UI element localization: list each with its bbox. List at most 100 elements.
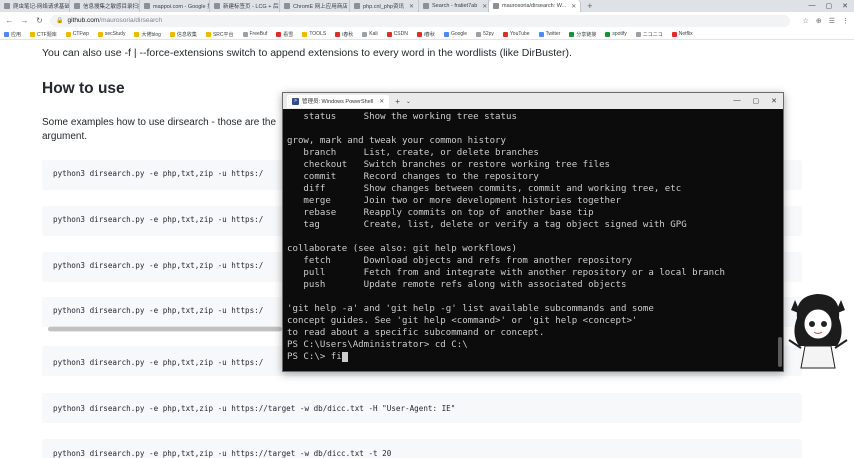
browser-tab[interactable]: php.cnl_php资讯 ✕ <box>350 0 420 12</box>
bookmark-label: CTFwp <box>72 31 89 37</box>
bookmark-item[interactable]: i春秋 <box>335 31 353 38</box>
bookmark-label: ニコニコ <box>642 31 663 38</box>
terminal-scrollbar[interactable] <box>777 111 782 369</box>
browser-tab-label: 新建标签页 - LCG + 后端字 <box>223 4 279 10</box>
terminal-line: commit Record changes to the repository <box>287 172 539 182</box>
browser-tab-label: ChromE 网上应用商店 <box>293 4 348 10</box>
reload-icon[interactable]: ↻ <box>35 16 44 25</box>
bookmark-folder-icon <box>416 31 422 37</box>
scrollbar-thumb[interactable] <box>778 337 782 367</box>
bookmark-label: Google <box>450 31 468 37</box>
bookmark-item[interactable]: ニコニコ <box>635 31 663 38</box>
bookmark-folder-icon <box>242 31 248 37</box>
close-icon[interactable]: ✕ <box>771 97 777 105</box>
bookmark-item[interactable]: 看雪 <box>276 31 293 38</box>
terminal-line: PS C:\Users\Administrator> cd C:\ <box>287 340 468 350</box>
browser-tab[interactable]: 信息搜集之敏感目录扫描✕ <box>70 0 140 12</box>
examples-paragraph: Some examples how to use dirsearch - tho… <box>42 117 277 142</box>
url-host: github.com <box>67 17 100 24</box>
terminal-line: fetch Download objects and refs from ano… <box>287 256 632 266</box>
bookmark-star-icon[interactable]: ☆ <box>803 17 809 25</box>
back-arrow-icon[interactable]: ← <box>5 16 14 25</box>
maximize-icon[interactable]: ▢ <box>826 2 833 10</box>
terminal-tab[interactable]: > 管理员: Windows PowerShell ✕ <box>287 94 390 108</box>
maximize-icon[interactable]: ▢ <box>753 97 760 105</box>
code-horizontal-scrollbar[interactable] <box>48 326 282 332</box>
code-line: python3 dirsearch.py -e php,txt,zip -u h… <box>53 449 392 458</box>
terminal-line: rebase Reapply commits on top of another… <box>287 208 594 218</box>
bookmark-item[interactable]: FreeBuf <box>242 31 267 37</box>
bookmark-item[interactable]: secStudy <box>97 31 125 37</box>
bookmark-folder-icon <box>443 31 449 37</box>
close-tab-icon[interactable]: ✕ <box>409 3 414 10</box>
close-icon[interactable]: ✕ <box>842 2 848 10</box>
close-tab-icon[interactable]: ✕ <box>482 3 487 10</box>
browser-tab-label: Search - fratiet7ab <box>432 3 478 9</box>
forward-arrow-icon[interactable]: → <box>20 16 29 25</box>
how-to-use-heading: How to use <box>42 80 125 97</box>
extensions-icon[interactable]: ⊕ <box>816 17 822 25</box>
terminal-line: collaborate (see also: git help workflow… <box>287 244 517 254</box>
bookmark-item[interactable]: YouTube <box>502 31 530 37</box>
bookmark-item[interactable]: 应用 <box>4 31 21 38</box>
bookmark-item[interactable]: 信息收集 <box>169 31 197 38</box>
bookmark-item[interactable]: i春秋 <box>416 31 435 38</box>
new-terminal-tab-button[interactable]: + <box>392 97 403 106</box>
bookmark-item[interactable]: spotify <box>605 31 627 37</box>
url-path: /maurosoria/dirsearch <box>99 17 163 24</box>
bookmark-item[interactable]: Google <box>443 31 468 37</box>
bookmark-item[interactable]: 分享链接 <box>569 31 596 38</box>
bookmark-item[interactable]: SRC平台 <box>205 31 234 38</box>
browser-tab[interactable]: 爬虫笔记-网络请求基础✕ <box>0 0 70 12</box>
chevron-down-icon[interactable]: ⌄ <box>406 98 411 105</box>
browser-toolbar: ← → ↻ 🔒 github.com/maurosoria/dirsearch … <box>0 12 854 29</box>
terminal-tab-title: 管理员: Windows PowerShell <box>302 99 374 105</box>
terminal-output[interactable]: status Show the working tree status grow,… <box>287 111 781 369</box>
bookmark-folder-icon <box>30 31 36 37</box>
bookmark-folder-icon <box>65 31 71 37</box>
active-browser-tab[interactable]: maurosoria/dirsearch: W... ✕ <box>489 0 582 12</box>
powershell-window[interactable]: > 管理员: Windows PowerShell ✕ + ⌄ — ▢ ✕ stat… <box>282 92 784 372</box>
minimize-icon[interactable]: — <box>809 2 816 10</box>
close-tab-icon[interactable]: ✕ <box>571 3 576 10</box>
bookmark-item[interactable]: CSDN <box>386 31 408 37</box>
scrollbar-thumb[interactable] <box>48 327 282 331</box>
bookmark-item[interactable]: 52py <box>476 31 494 37</box>
bookmark-item[interactable]: TOOLS <box>302 31 326 37</box>
browser-tab[interactable]: Search - fratiet7ab ✕ <box>419 0 490 12</box>
bookmark-folder-icon <box>502 31 508 37</box>
new-tab-button[interactable]: + <box>581 1 598 11</box>
terminal-line: branch List, create, or delete branches <box>287 148 539 158</box>
close-tab-icon[interactable]: ✕ <box>379 98 384 105</box>
bookmark-folder-icon <box>476 31 482 37</box>
bookmark-label: 分享链接 <box>576 31 597 38</box>
terminal-line: diff Show changes between commits, commi… <box>287 184 682 194</box>
bookmark-folder-icon <box>169 31 175 37</box>
bookmark-item[interactable]: 大佬blog <box>134 31 161 38</box>
favicon-icon <box>354 3 360 9</box>
bookmark-item[interactable]: Twitter <box>538 31 560 37</box>
browser-tab[interactable]: mappoi.com - Google 搜索✕ <box>140 0 210 12</box>
address-bar[interactable]: 🔒 github.com/maurosoria/dirsearch <box>50 14 790 27</box>
terminal-cursor <box>341 351 348 362</box>
more-menu-icon[interactable]: ⋮ <box>842 17 849 25</box>
code-line: python3 dirsearch.py -e php,txt,zip -u h… <box>53 306 264 315</box>
bookmark-label: CTF题库 <box>37 31 57 38</box>
bookmark-label: 看雪 <box>283 31 294 38</box>
browser-tab[interactable]: 新建标签页 - LCG + 后端字✕ <box>210 0 280 12</box>
bookmark-label: YouTube <box>509 31 530 37</box>
browser-tab[interactable]: ChromE 网上应用商店✕ <box>280 0 350 12</box>
bookmark-item[interactable]: CTFwp <box>65 31 89 37</box>
reading-list-icon[interactable]: ☰ <box>829 17 835 25</box>
terminal-line: grow, mark and tweak your common history <box>287 136 506 146</box>
bookmark-folder-icon <box>205 31 211 37</box>
bookmark-label: Kali <box>369 31 378 37</box>
terminal-prompt-line[interactable]: PS C:\> fi <box>287 351 781 363</box>
bookmark-folder-icon <box>671 31 677 37</box>
minimize-icon[interactable]: — <box>734 97 741 105</box>
bookmark-label: i春秋 <box>423 31 435 38</box>
bookmark-item[interactable]: CTF题库 <box>30 31 57 38</box>
bookmark-folder-icon <box>134 31 140 37</box>
bookmark-item[interactable]: Kali <box>362 31 378 37</box>
bookmark-item[interactable]: Netflix <box>671 31 693 37</box>
